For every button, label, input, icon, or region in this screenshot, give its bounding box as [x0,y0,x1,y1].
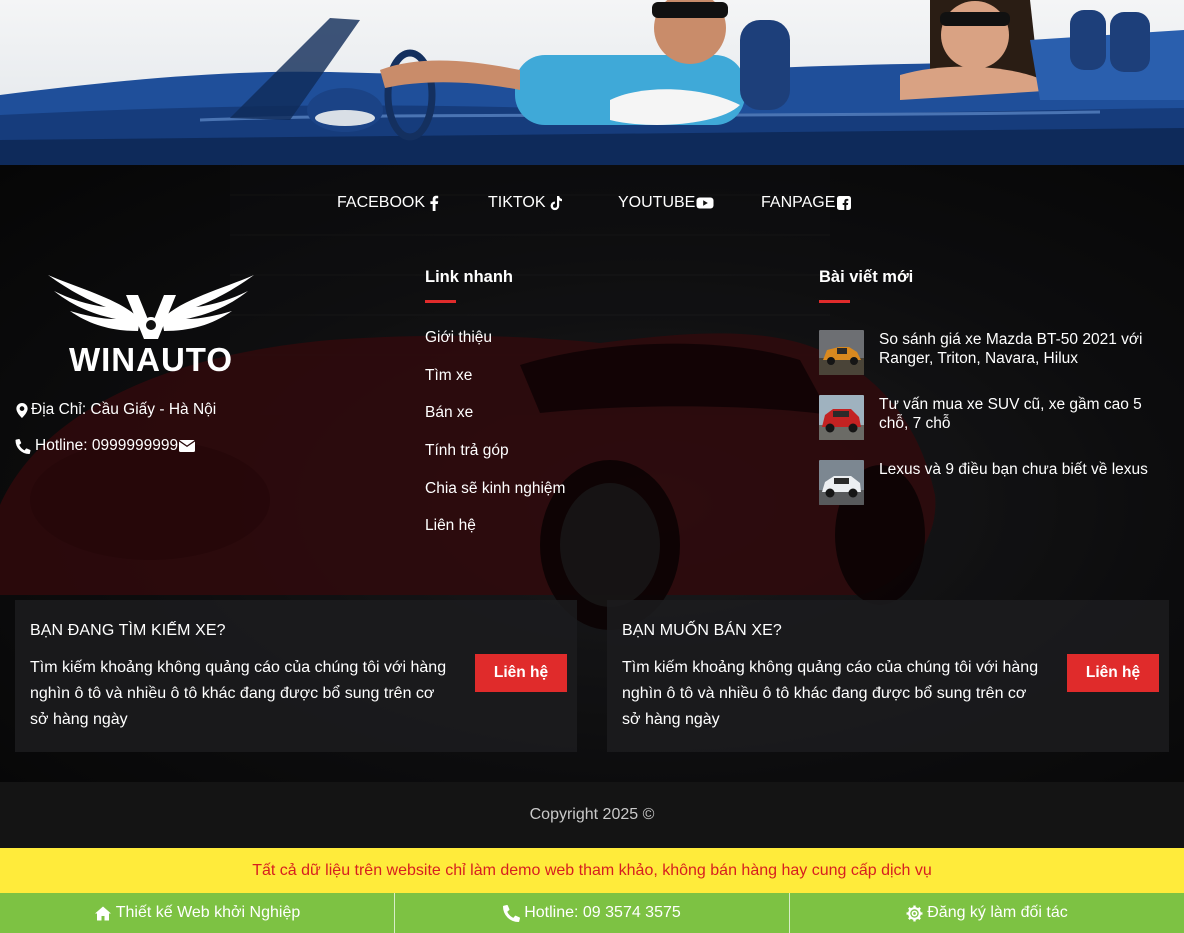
hotline-text: Hotline: 0999999999 [35,437,179,454]
cta-title: BẠN MUỐN BÁN XE? [622,622,782,639]
youtube-icon [696,197,714,209]
demo-notice-bar: Tất cả dữ liệu trên website chỉ làm demo… [0,848,1184,893]
social-facebook-link[interactable]: FACEBOOK [337,194,442,212]
contact-button[interactable]: Liên hệ [475,654,567,692]
gear-icon [906,905,923,921]
bottom-action-bar: Thiết kế Web khởi Nghiệp Hotline: 09 357… [0,893,1184,933]
address-line: Địa Chỉ: Cầu Giấy - Hà Nội [15,401,216,419]
quick-link-tinh-tra-gop[interactable]: Tính trả góp [425,442,509,460]
bottom-web-design-label: Thiết kế Web khởi Nghiệp [115,904,301,921]
post-thumbnail[interactable] [819,460,864,505]
copyright-bar: Copyright 2025 © [0,782,1184,848]
quick-links-underline [425,300,456,303]
bottom-hotline-link[interactable]: Hotline: 09 3574 3575 [395,893,790,933]
post-thumbnail[interactable] [819,330,864,375]
bottom-hotline-label: Hotline: 09 3574 3575 [524,904,681,921]
map-marker-icon [16,402,28,418]
quick-links-heading: Link nhanh [425,268,513,286]
post-title[interactable]: So sánh giá xe Mazda BT-50 2021 với Rang… [879,330,1164,368]
post-title[interactable]: Lexus và 9 điều bạn chưa biết về lexus [879,460,1164,479]
recent-post-item[interactable]: Tư vấn mua xe SUV cũ, xe gầm cao 5 chỗ, … [819,395,1169,440]
recent-post-item[interactable]: Lexus và 9 điều bạn chưa biết về lexus [819,460,1169,505]
quick-link-ban-xe[interactable]: Bán xe [425,404,473,422]
cta-box-sell: BẠN MUỐN BÁN XE? Tìm kiếm khoảng không q… [607,600,1169,752]
site-footer: FACEBOOK TIKTOK YOUTUBE FANPAGE WINAUTO … [0,165,1184,782]
hotline-line[interactable]: Hotline: 0999999999 [15,437,197,455]
bottom-web-design-link[interactable]: Thiết kế Web khởi Nghiệp [0,893,395,933]
cta-description: Tìm kiếm khoảng không quảng cáo của chún… [622,659,1039,728]
facebook-icon [430,195,439,211]
quick-link-tim-xe[interactable]: Tìm xe [425,367,472,385]
post-thumbnail[interactable] [819,395,864,440]
social-tiktok-link[interactable]: TIKTOK [488,194,563,212]
bottom-partner-link[interactable]: Đăng ký làm đối tác [790,893,1184,933]
logo-wordmark: WINAUTO [69,341,233,377]
social-fanpage-link[interactable]: FANPAGE [761,194,852,212]
tiktok-icon [550,196,562,211]
social-youtube-label: YOUTUBE [618,194,696,211]
quick-link-gioi-thieu[interactable]: Giới thiệu [425,329,492,347]
envelope-icon [179,440,196,452]
recent-posts-underline [819,300,850,303]
social-facebook-label: FACEBOOK [337,194,426,211]
quick-link-chia-se-kinh-nghiem[interactable]: Chia sẽ kinh nghiệm [425,480,565,498]
home-icon [94,906,111,920]
phone-icon [503,904,521,922]
social-tiktok-label: TIKTOK [488,194,546,211]
cta-title: BẠN ĐANG TÌM KIẾM XE? [30,622,226,639]
recent-posts-heading: Bài viết mới [819,268,914,286]
cta-description: Tìm kiếm khoảng không quảng cáo của chún… [30,659,447,728]
winauto-logo: WINAUTO [48,275,254,377]
social-links: FACEBOOK TIKTOK YOUTUBE FANPAGE [0,194,1184,216]
phone-icon [15,438,31,454]
bottom-partner-label: Đăng ký làm đối tác [927,904,1068,921]
hero-car-illustration [0,0,1184,165]
copyright-text: Copyright 2025 © [529,806,655,823]
social-youtube-link[interactable]: YOUTUBE [618,194,714,212]
post-title[interactable]: Tư vấn mua xe SUV cũ, xe gầm cao 5 chỗ, … [879,395,1164,433]
cta-box-search: BẠN ĐANG TÌM KIẾM XE? Tìm kiếm khoảng kh… [15,600,577,752]
address-text: Địa Chỉ: Cầu Giấy - Hà Nội [31,401,217,418]
contact-button[interactable]: Liên hệ [1067,654,1159,692]
social-fanpage-label: FANPAGE [761,194,836,211]
recent-post-item[interactable]: So sánh giá xe Mazda BT-50 2021 với Rang… [819,330,1169,375]
facebook-square-icon [837,196,852,210]
hero-banner [0,0,1184,165]
demo-notice-text: Tất cả dữ liệu trên website chỉ làm demo… [252,861,932,879]
quick-link-lien-he[interactable]: Liên hệ [425,517,476,535]
